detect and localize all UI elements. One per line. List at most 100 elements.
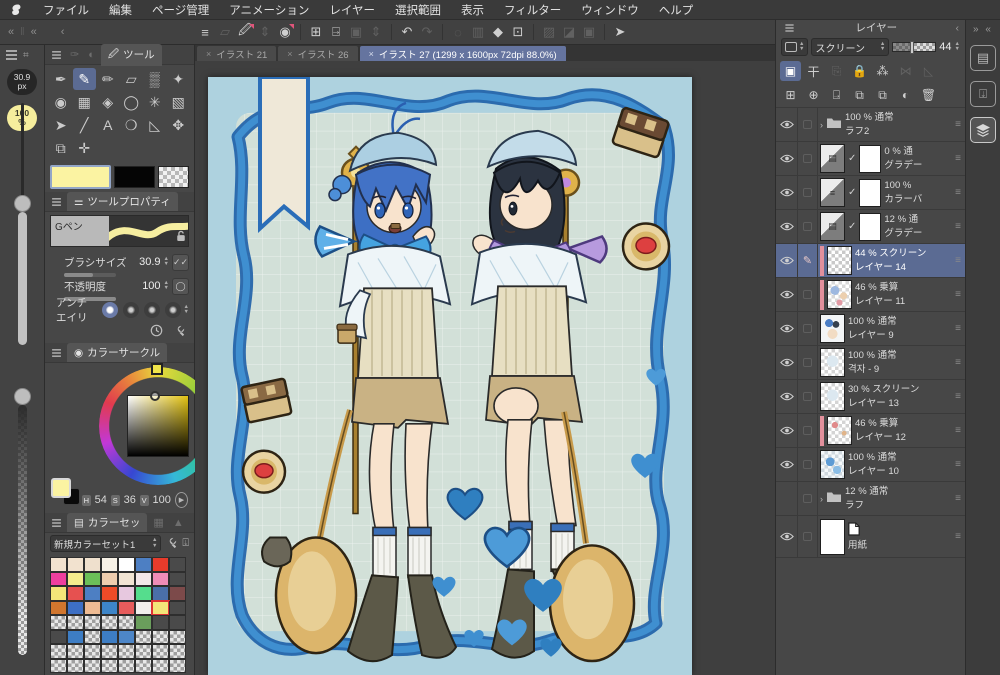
visibility-eye-icon[interactable]	[776, 278, 798, 311]
delete-layer-icon[interactable]: 🗑	[918, 85, 939, 105]
layer-checkbox[interactable]	[798, 142, 818, 175]
menu-file[interactable]: ファイル	[34, 0, 98, 20]
layer-mask-thumbnail[interactable]	[859, 178, 882, 207]
color-swatch[interactable]	[135, 615, 152, 630]
menu-view[interactable]: 表示	[452, 0, 493, 20]
panel-menu-icon[interactable]	[785, 26, 794, 29]
visibility-eye-icon[interactable]	[776, 210, 798, 243]
panel-menu-icon[interactable]	[52, 521, 61, 524]
color-swatch[interactable]	[67, 629, 84, 644]
layer-checkbox[interactable]	[798, 516, 818, 557]
edit-external-icon[interactable]: 🖉	[235, 22, 255, 42]
layer-row-12[interactable]: 46 % 乗算 レイヤー 12 ≡	[776, 414, 965, 448]
selection-tool[interactable]: ◯	[120, 91, 144, 113]
color-swatch[interactable]	[152, 571, 169, 586]
layer-checkbox[interactable]	[798, 414, 818, 447]
row-menu-icon[interactable]: ≡	[955, 391, 963, 402]
color-swatch[interactable]	[118, 557, 135, 572]
unlock-icon[interactable]	[176, 230, 186, 245]
import-panel-icon[interactable]: ⍗	[970, 81, 996, 107]
subtool-preview[interactable]: Gペン	[50, 215, 189, 247]
layer-row-folder-rough[interactable]: › 12 % 通常 ラフ ≡	[776, 482, 965, 516]
visibility-eye-icon[interactable]	[776, 346, 798, 379]
save-file-icon[interactable]: ▣	[346, 23, 366, 42]
row-menu-icon[interactable]: ≡	[955, 289, 963, 300]
lock-alpha-icon[interactable]: ⁂	[872, 61, 893, 81]
row-menu-icon[interactable]: ≡	[955, 153, 963, 164]
layer-checkbox[interactable]	[798, 312, 818, 345]
brush-size-source-button[interactable]: ✓✓	[172, 253, 189, 271]
color-swatch[interactable]	[50, 571, 67, 586]
blend-tool[interactable]: ◉	[49, 91, 73, 113]
layer-opacity-value[interactable]: 44	[939, 41, 951, 53]
decoration-tool[interactable]: ✦	[167, 68, 191, 90]
collapse-right-icon[interactable]: «	[985, 24, 993, 35]
color-swatch[interactable]	[50, 615, 67, 630]
adjustment-layer-thumbnail[interactable]: ≡	[820, 178, 845, 207]
menu-page[interactable]: ページ管理	[143, 0, 218, 20]
layer-thumbnail[interactable]	[820, 348, 845, 377]
color-swatch[interactable]	[118, 600, 135, 615]
row-menu-icon[interactable]: ≡	[955, 357, 963, 368]
airbrush-tool[interactable]: ▒	[143, 68, 167, 90]
layer-mask-icon[interactable]: ◐	[895, 85, 916, 105]
new-file-icon[interactable]: ⊞	[306, 23, 326, 42]
layer-thumbnail[interactable]	[827, 246, 852, 275]
paper-layer-thumbnail[interactable]	[820, 518, 845, 555]
menu-selection[interactable]: 選択範囲	[386, 0, 450, 20]
layer-row-folder-rough2[interactable]: › 100 % 通常 ラフ2 ≡	[776, 108, 965, 142]
layer-checkbox[interactable]	[798, 380, 818, 413]
color-swatch[interactable]	[50, 557, 67, 572]
color-swatch[interactable]	[67, 600, 84, 615]
transfer-layer-icon[interactable]: ⧉	[849, 85, 870, 105]
draft-layer-icon[interactable]: ⋈	[895, 61, 916, 81]
color-swatch[interactable]	[169, 658, 186, 673]
color-swatch[interactable]	[84, 571, 101, 586]
layer-thumbnail[interactable]	[820, 314, 845, 343]
wrench-icon[interactable]	[173, 324, 186, 340]
clip-to-layer-icon[interactable]: ⎘	[826, 61, 847, 81]
color-swatch[interactable]	[67, 557, 84, 572]
layer-thumbnail[interactable]	[820, 382, 845, 411]
current-color-pair[interactable]	[51, 478, 80, 508]
slider-tab-icon[interactable]: ⌗	[23, 50, 29, 61]
close-icon[interactable]: ×	[369, 49, 374, 59]
doc-tab-3-active[interactable]: × イラスト 27 (1299 x 1600px 72dpi 88.0%)	[359, 46, 566, 61]
ruler-icon[interactable]: 干	[803, 61, 824, 81]
visibility-eye-icon[interactable]	[776, 312, 798, 345]
layer-row-paper[interactable]: 用紙 ≡	[776, 516, 965, 558]
blend-mode-dropdown[interactable]: スクリーン ▲ ▼	[811, 38, 890, 56]
layer-row-color-balance[interactable]: ≡ ✓ 100 % カラーバ ≡	[776, 176, 965, 210]
canvas-move-tool[interactable]: ✛	[73, 137, 97, 159]
color-swatch[interactable]	[67, 644, 84, 659]
row-menu-icon[interactable]: ≡	[955, 323, 963, 334]
color-swatch[interactable]	[135, 658, 152, 673]
color-swatch[interactable]	[135, 586, 152, 601]
gradient-tool[interactable]: ▧	[167, 91, 191, 113]
auto-select-tool[interactable]: ✳	[143, 91, 167, 113]
layer-row-gradient-1[interactable]: ▤ ✓ 0 % 通グラデー ≡	[776, 142, 965, 176]
color-swatch[interactable]	[101, 557, 118, 572]
eraser-diamond-icon[interactable]: ◆	[488, 23, 508, 42]
color-swatch[interactable]	[101, 571, 118, 586]
visibility-eye-icon[interactable]	[776, 244, 798, 277]
visibility-eye-icon[interactable]	[776, 176, 798, 209]
expand-right-icon[interactable]: »	[973, 24, 981, 35]
menu-window[interactable]: ウィンドウ	[572, 0, 648, 20]
layer-row-13[interactable]: 30 % スクリーン レイヤー 13 ≡	[776, 380, 965, 414]
opacity-slider-track[interactable]	[18, 405, 27, 655]
approx-color-tab-icon[interactable]: ▲	[170, 517, 187, 529]
color-swatch[interactable]	[67, 658, 84, 673]
color-swatch[interactable]	[50, 629, 67, 644]
main-color-swatch[interactable]	[50, 165, 111, 189]
antialias-strong-button[interactable]	[164, 302, 181, 318]
canvas-viewport[interactable]	[195, 61, 775, 675]
layer-checkbox[interactable]	[798, 448, 818, 481]
layer-row-grid-9[interactable]: 100 % 通常 격자 - 9 ≡	[776, 346, 965, 380]
row-menu-icon[interactable]: ≡	[955, 493, 963, 504]
expand-arrow-icon[interactable]: ›	[820, 120, 823, 130]
layer-thumbnail[interactable]	[820, 450, 845, 479]
color-swatch[interactable]	[101, 600, 118, 615]
color-swatch[interactable]	[135, 557, 152, 572]
liquify-tool[interactable]: ▦	[73, 91, 97, 113]
